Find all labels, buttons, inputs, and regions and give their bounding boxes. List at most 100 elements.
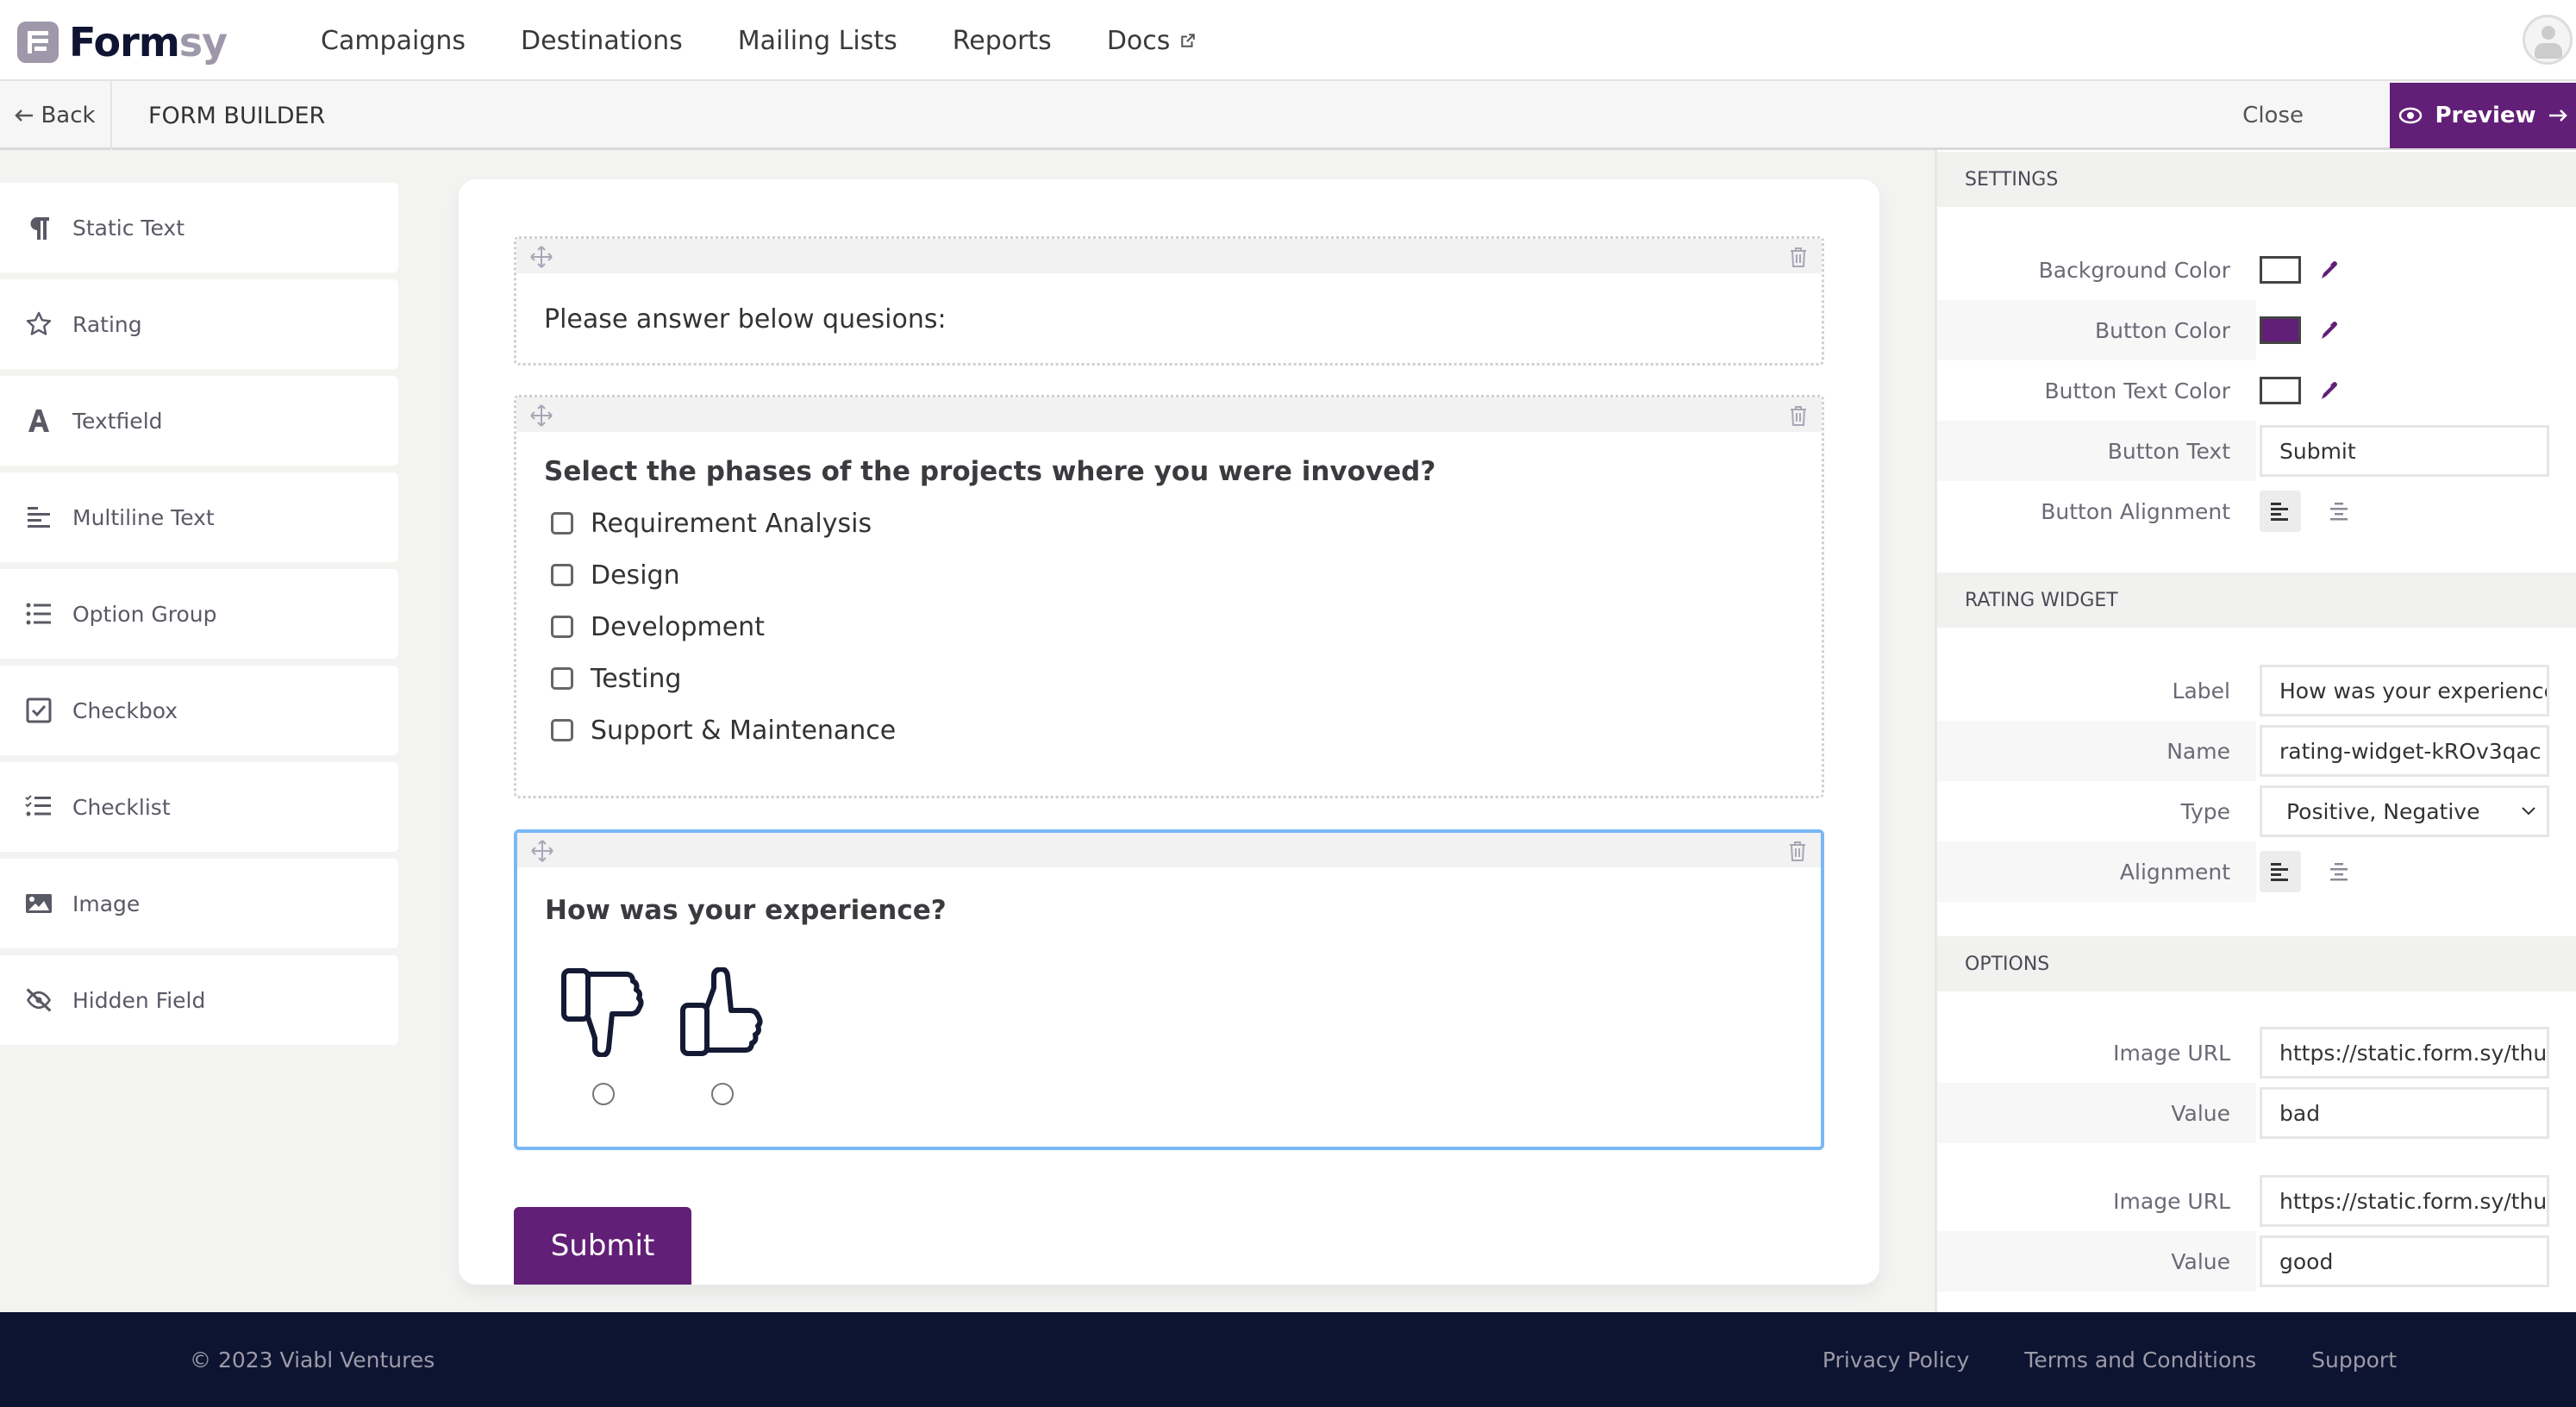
checklist-block[interactable]: Select the phases of the projects where … — [514, 395, 1824, 798]
palette-item-label: Option Group — [72, 601, 217, 627]
option-label: Requirement Analysis — [591, 508, 872, 539]
move-handle-icon[interactable] — [530, 404, 553, 427]
checkbox[interactable] — [551, 616, 573, 638]
palette-item-label: Hidden Field — [72, 987, 206, 1013]
type-select-value: Positive, Negative — [2286, 798, 2480, 824]
multiline-icon — [24, 503, 53, 532]
palette-item-textfield[interactable]: Textfield — [0, 376, 398, 466]
thumbs-up-icon — [680, 967, 763, 1056]
palette-item-option-group[interactable]: Option Group — [0, 569, 398, 659]
logo-icon — [17, 22, 59, 63]
nav-link-label: Mailing Lists — [737, 25, 897, 56]
palette-item-label: Multiline Text — [72, 504, 215, 530]
field-label: Type — [2180, 798, 2230, 824]
nav-link-docs[interactable]: Docs — [1107, 26, 1197, 56]
align-center-button[interactable] — [2318, 851, 2360, 892]
nav-link-destinations[interactable]: Destinations — [521, 26, 683, 56]
field-label: Image URL — [2113, 1188, 2230, 1214]
close-button[interactable]: Close — [2242, 81, 2304, 150]
checkbox[interactable] — [551, 564, 573, 586]
label-input[interactable]: How was your experience? — [2260, 665, 2549, 716]
trash-icon[interactable] — [1789, 246, 1808, 268]
option-image-url-row: Image URL https://static.form.sy/thu — [1937, 1171, 2576, 1231]
option-value-row: Value good — [1937, 1231, 2576, 1291]
align-center-button[interactable] — [2318, 491, 2360, 532]
rating-radio-good[interactable] — [711, 1083, 734, 1105]
palette-item-hidden-field[interactable]: Hidden Field — [0, 955, 398, 1045]
eyedropper-icon[interactable] — [2318, 380, 2339, 401]
palette-item-label: Textfield — [72, 408, 163, 434]
static-text-block[interactable]: Please answer below quesions: — [514, 236, 1824, 366]
form-canvas: Please answer below quesions: Select the… — [459, 179, 1879, 1285]
palette-item-rating[interactable]: Rating — [0, 279, 398, 369]
button-text-color-swatch[interactable] — [2260, 377, 2301, 404]
settings-section-header: SETTINGS — [1937, 152, 2576, 207]
move-handle-icon[interactable] — [530, 246, 553, 268]
arrow-left-icon — [15, 109, 34, 122]
brand-name: Formsy — [69, 19, 228, 66]
name-input[interactable]: rating-widget-kROv3qac — [2260, 725, 2549, 777]
back-button[interactable]: Back — [0, 81, 112, 150]
chevron-down-icon — [2522, 807, 2535, 816]
palette-item-checklist[interactable]: Checklist — [0, 762, 398, 852]
image-url-input[interactable]: https://static.form.sy/thu — [2260, 1027, 2549, 1079]
button-text-color-row: Button Text Color — [1937, 360, 2576, 421]
footer-link-privacy-policy[interactable]: Privacy Policy — [1823, 1348, 1969, 1373]
footer-link-support[interactable]: Support — [2311, 1348, 2397, 1373]
copyright: © 2023 Viabl Ventures — [190, 1347, 435, 1373]
checkbox[interactable] — [551, 667, 573, 690]
footer-link-terms[interactable]: Terms and Conditions — [2024, 1348, 2256, 1373]
trash-icon[interactable] — [1788, 840, 1807, 862]
eyedropper-icon[interactable] — [2318, 260, 2339, 280]
rating-option-bad[interactable] — [560, 967, 647, 1105]
palette-item-label: Checkbox — [72, 697, 178, 723]
image-url-input[interactable]: https://static.form.sy/thu — [2260, 1175, 2549, 1227]
nav-link-campaigns[interactable]: Campaigns — [321, 26, 466, 56]
checkbox[interactable] — [551, 719, 573, 741]
button-color-swatch[interactable] — [2260, 316, 2301, 344]
nav-link-label: Docs — [1106, 25, 1171, 56]
footer: © 2023 Viabl Ventures Privacy Policy Ter… — [0, 1312, 2576, 1407]
palette-item-multiline-text[interactable]: Multiline Text — [0, 472, 398, 562]
rating-radio-bad[interactable] — [592, 1083, 615, 1105]
palette-item-image[interactable]: Image — [0, 859, 398, 948]
button-color-row: Button Color — [1937, 300, 2576, 360]
thumbs-down-icon — [561, 968, 644, 1057]
image-icon — [24, 889, 53, 918]
checklist-option: Development — [551, 601, 1822, 653]
align-left-button[interactable] — [2260, 851, 2301, 892]
back-label: Back — [41, 103, 96, 128]
value-input[interactable]: bad — [2260, 1087, 2549, 1139]
align-left-button[interactable] — [2260, 491, 2301, 532]
preview-button[interactable]: Preview — [2390, 83, 2576, 148]
brand-logo[interactable]: Formsy — [17, 19, 228, 66]
field-label: Button Color — [2095, 317, 2230, 343]
checklist-option: Requirement Analysis — [551, 497, 1822, 549]
form-submit-button[interactable]: Submit — [514, 1207, 691, 1285]
brand-name-part2: sy — [178, 19, 228, 66]
widget-palette: Static Text Rating Textfield Multiline T… — [0, 183, 398, 1052]
checkbox[interactable] — [551, 512, 573, 535]
nav-link-label: Campaigns — [321, 25, 466, 56]
checklist-icon — [24, 792, 53, 822]
checklist-options: Requirement Analysis Design Development … — [516, 487, 1822, 756]
palette-item-checkbox[interactable]: Checkbox — [0, 666, 398, 755]
background-color-swatch[interactable] — [2260, 256, 2301, 284]
trash-icon[interactable] — [1789, 404, 1808, 427]
checkbox-icon — [24, 696, 53, 725]
alignment-row: Alignment — [1937, 841, 2576, 902]
rating-block[interactable]: How was your experience? — [514, 829, 1824, 1150]
rating-option-good[interactable] — [679, 967, 766, 1105]
user-avatar-icon[interactable] — [2523, 15, 2573, 65]
nav-link-reports[interactable]: Reports — [953, 26, 1052, 56]
value-input[interactable]: good — [2260, 1235, 2549, 1287]
move-handle-icon[interactable] — [531, 840, 553, 862]
label-row: Label How was your experience? — [1937, 660, 2576, 721]
palette-item-label: Image — [72, 891, 141, 916]
palette-item-static-text[interactable]: Static Text — [0, 183, 398, 272]
nav-link-mailing-lists[interactable]: Mailing Lists — [738, 26, 897, 56]
eyedropper-icon[interactable] — [2318, 320, 2339, 341]
button-text-input[interactable]: Submit — [2260, 425, 2549, 477]
align-center-icon — [2330, 503, 2348, 521]
type-select[interactable]: Positive, Negative — [2260, 785, 2549, 837]
